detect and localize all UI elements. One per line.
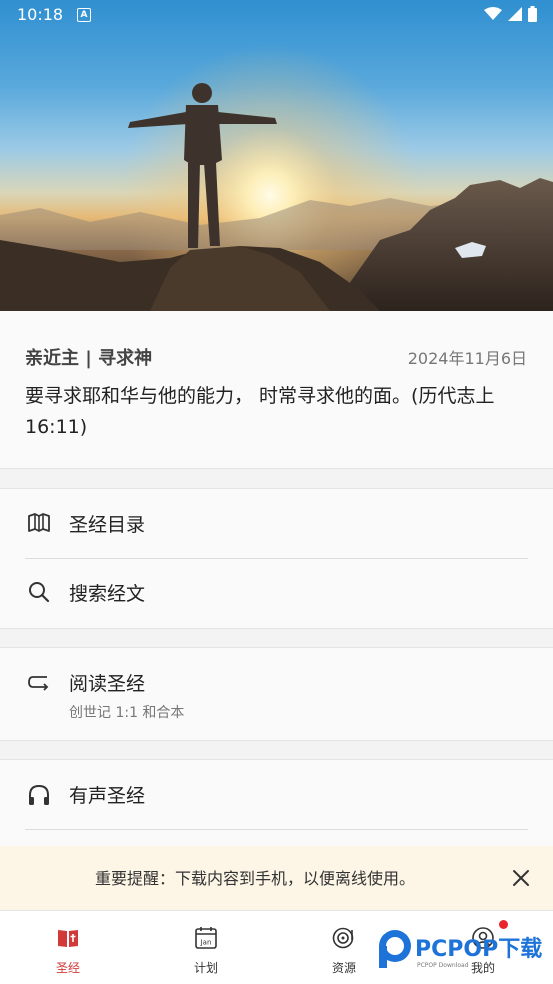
read-bible-label: 阅读圣经	[69, 673, 146, 695]
svg-text:Jan: Jan	[200, 939, 212, 947]
read-bible-card: 阅读圣经 创世记 1:1 和合本	[0, 647, 553, 741]
nav-plan[interactable]: Jan 计划	[166, 911, 246, 984]
close-icon[interactable]	[511, 868, 531, 888]
status-bar: 10:18 A	[0, 0, 553, 32]
signal-icon	[508, 7, 522, 21]
status-icons	[484, 6, 537, 22]
nav-bible-label: 圣经	[55, 961, 80, 975]
nav-bible[interactable]: 圣经	[28, 911, 108, 984]
battery-icon	[528, 6, 537, 22]
bible-catalog-label: 圣经目录	[69, 514, 146, 536]
offline-notice-banner[interactable]: 重要提醒：下载内容到手机，以便离线使用。	[0, 846, 553, 910]
app-screen: 10:18 A 亲近主 | 寻求神 2024年11月6日 要寻求耶和华与他的能力…	[0, 0, 553, 984]
headphones-icon	[29, 784, 49, 805]
nav-plan-label: 计划	[193, 961, 218, 975]
audio-bible-row[interactable]: 有声圣经	[0, 760, 553, 829]
nav-resources-label: 资源	[331, 961, 356, 975]
notice-text: 重要提醒：下载内容到手机，以便离线使用。	[94, 869, 415, 888]
divider	[25, 829, 528, 830]
verse-date: 2024年11月6日	[407, 349, 527, 368]
a-letter-icon: A	[77, 8, 91, 22]
bible-tools-card: 圣经目录 搜索经文	[0, 488, 553, 629]
open-book-icon	[28, 513, 50, 532]
read-bible-row[interactable]: 阅读圣经 创世记 1:1 和合本	[0, 648, 553, 740]
pcpop-logo-icon: PCPOP下载 PCPOP Download	[379, 930, 542, 969]
audio-bible-label: 有声圣经	[69, 785, 146, 807]
bible-book-icon	[58, 930, 78, 947]
verse-title: 亲近主 | 寻求神	[25, 348, 153, 369]
calendar-icon: Jan	[195, 927, 217, 949]
disc-icon	[332, 927, 354, 949]
nav-resources[interactable]: 资源	[304, 911, 384, 984]
hero-image	[0, 0, 553, 311]
pcpop-watermark: PCPOP下载 PCPOP Download	[377, 928, 547, 970]
repeat-arrow-icon	[28, 676, 49, 691]
search-icon	[29, 582, 50, 603]
svg-text:PCPOP Download: PCPOP Download	[417, 962, 469, 969]
search-verses-row[interactable]: 搜索经文	[0, 558, 553, 627]
status-time: 10:18	[17, 5, 64, 24]
svg-text:PCPOP下载: PCPOP下载	[415, 936, 542, 962]
verse-card[interactable]: 亲近主 | 寻求神 2024年11月6日 要寻求耶和华与他的能力， 时常寻求他的…	[0, 311, 553, 469]
search-verses-label: 搜索经文	[69, 583, 146, 605]
read-bible-progress: 创世记 1:1 和合本	[69, 705, 185, 721]
wifi-icon	[484, 7, 502, 20]
bible-catalog-row[interactable]: 圣经目录	[0, 489, 553, 558]
verse-text: 要寻求耶和华与他的能力， 时常寻求他的面。(历代志上 16:11)	[25, 385, 495, 438]
